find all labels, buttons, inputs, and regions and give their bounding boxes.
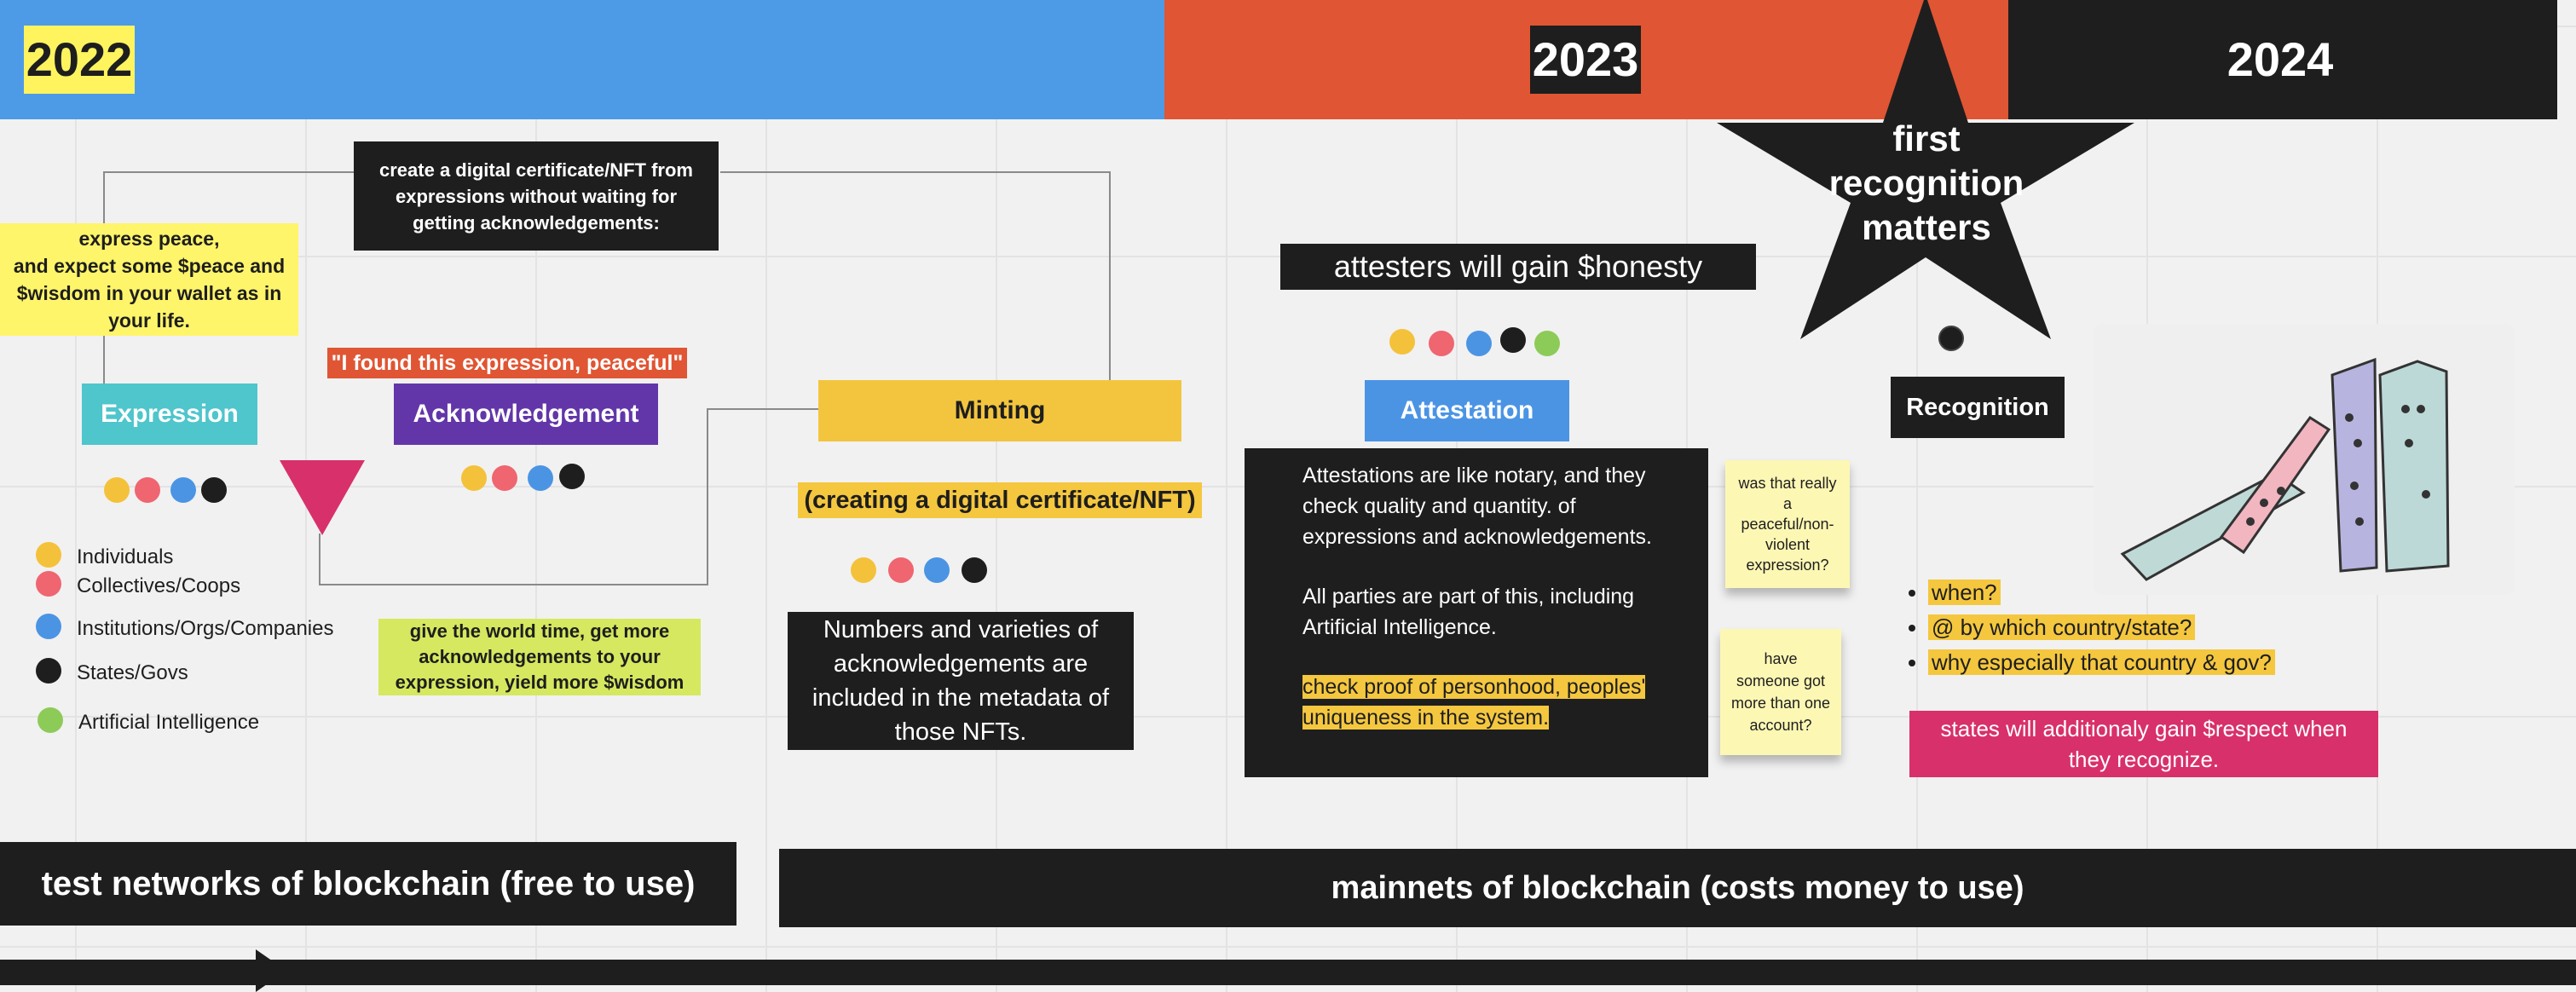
attestation-paragraph-2: All parties are part of this, including … xyxy=(1302,585,1635,639)
legend-item-ai: Artificial Intelligence xyxy=(32,706,373,734)
dot-states xyxy=(559,464,585,489)
arrow-right-icon xyxy=(256,949,286,992)
recognition-questions: when? @ by which country/state? why espe… xyxy=(1906,580,2298,682)
legend-swatch xyxy=(38,707,63,733)
bottom-timeline-arrow xyxy=(0,960,2576,985)
legend-label: States/Govs xyxy=(77,661,188,684)
question-text: when? xyxy=(1928,580,2001,605)
stage-acknowledgement[interactable]: Acknowledgement xyxy=(394,384,658,445)
stage-recognition[interactable]: Recognition xyxy=(1891,377,2065,438)
legend: Individuals Collectives/Coops Institutio… xyxy=(32,539,373,743)
attestation-paragraph-3: check proof of personhood, peoples' uniq… xyxy=(1302,672,1683,733)
sticky-note-account: have someone got more than one account? xyxy=(1720,629,1841,755)
test-networks-bar: test networks of blockchain (free to use… xyxy=(0,842,736,926)
legend-label: Artificial Intelligence xyxy=(78,711,260,734)
sticky-note-peaceful: was that really a peaceful/non-violent e… xyxy=(1725,460,1850,588)
question-text: why especially that country & gov? xyxy=(1928,649,2275,675)
mainnets-bar: mainnets of blockchain (costs money to u… xyxy=(779,849,2576,927)
legend-swatch xyxy=(36,658,61,683)
legend-item-states: States/Govs xyxy=(32,656,373,684)
dot-institutions xyxy=(528,465,553,491)
attestation-description: Attestations are like notary, and they c… xyxy=(1245,448,1708,777)
legend-swatch xyxy=(36,542,61,568)
creating-nft-label: (creating a digital certificate/NFT) xyxy=(798,482,1202,518)
attestation-paragraph-1: Attestations are like notary, and they c… xyxy=(1302,464,1652,549)
stage-attestation[interactable]: Attestation xyxy=(1365,380,1569,441)
legend-label: Individuals xyxy=(77,545,174,568)
dot-collectives xyxy=(492,465,517,491)
stage-expression[interactable]: Expression xyxy=(82,384,257,445)
question-item: when? xyxy=(1928,580,2298,606)
domino-illustration xyxy=(2094,324,2515,595)
give-time-note: give the world time, get more acknowledg… xyxy=(378,619,701,695)
found-expression-quote: "I found this expression, peaceful" xyxy=(327,348,687,378)
legend-item-institutions: Institutions/Orgs/Companies xyxy=(32,612,373,640)
dot-institutions xyxy=(924,557,950,583)
dot-states xyxy=(962,557,987,583)
question-item: @ by which country/state? xyxy=(1928,614,2298,641)
dot-institutions xyxy=(170,477,196,503)
numbers-varieties-note: Numbers and varieties of acknowledgement… xyxy=(788,612,1134,750)
question-item: why especially that country & gov? xyxy=(1928,649,2298,676)
question-text: @ by which country/state? xyxy=(1928,614,2196,640)
dot-individuals xyxy=(461,465,487,491)
dot-individuals xyxy=(851,557,876,583)
legend-label: Collectives/Coops xyxy=(77,574,241,597)
dot-individuals xyxy=(1389,329,1415,355)
stage-minting[interactable]: Minting xyxy=(818,380,1181,441)
legend-item-collectives: Collectives/Coops xyxy=(32,569,373,597)
dot-states xyxy=(1500,327,1526,353)
legend-label: Institutions/Orgs/Companies xyxy=(77,617,334,640)
create-certificate-note: create a digital certificate/NFT from ex… xyxy=(354,141,719,251)
small-dot-icon xyxy=(1938,326,1964,351)
states-respect-note: states will additionaly gain $respect wh… xyxy=(1909,711,2378,777)
down-triangle-icon xyxy=(280,460,365,535)
dot-collectives xyxy=(1429,331,1454,356)
legend-swatch xyxy=(36,614,61,639)
legend-swatch xyxy=(36,571,61,597)
dot-collectives xyxy=(135,477,160,503)
domino-icon xyxy=(2120,357,2450,581)
legend-item-individuals: Individuals xyxy=(32,540,373,568)
dot-individuals xyxy=(104,477,130,503)
dot-ai xyxy=(1534,331,1560,356)
dot-states xyxy=(201,477,227,503)
dot-institutions xyxy=(1466,331,1492,356)
express-peace-note: express peace, and expect some $peace an… xyxy=(0,223,298,336)
dot-collectives xyxy=(888,557,914,583)
attesters-gain-note: attesters will gain $honesty xyxy=(1280,244,1756,290)
personhood-highlight: check proof of personhood, peoples' uniq… xyxy=(1302,675,1646,730)
